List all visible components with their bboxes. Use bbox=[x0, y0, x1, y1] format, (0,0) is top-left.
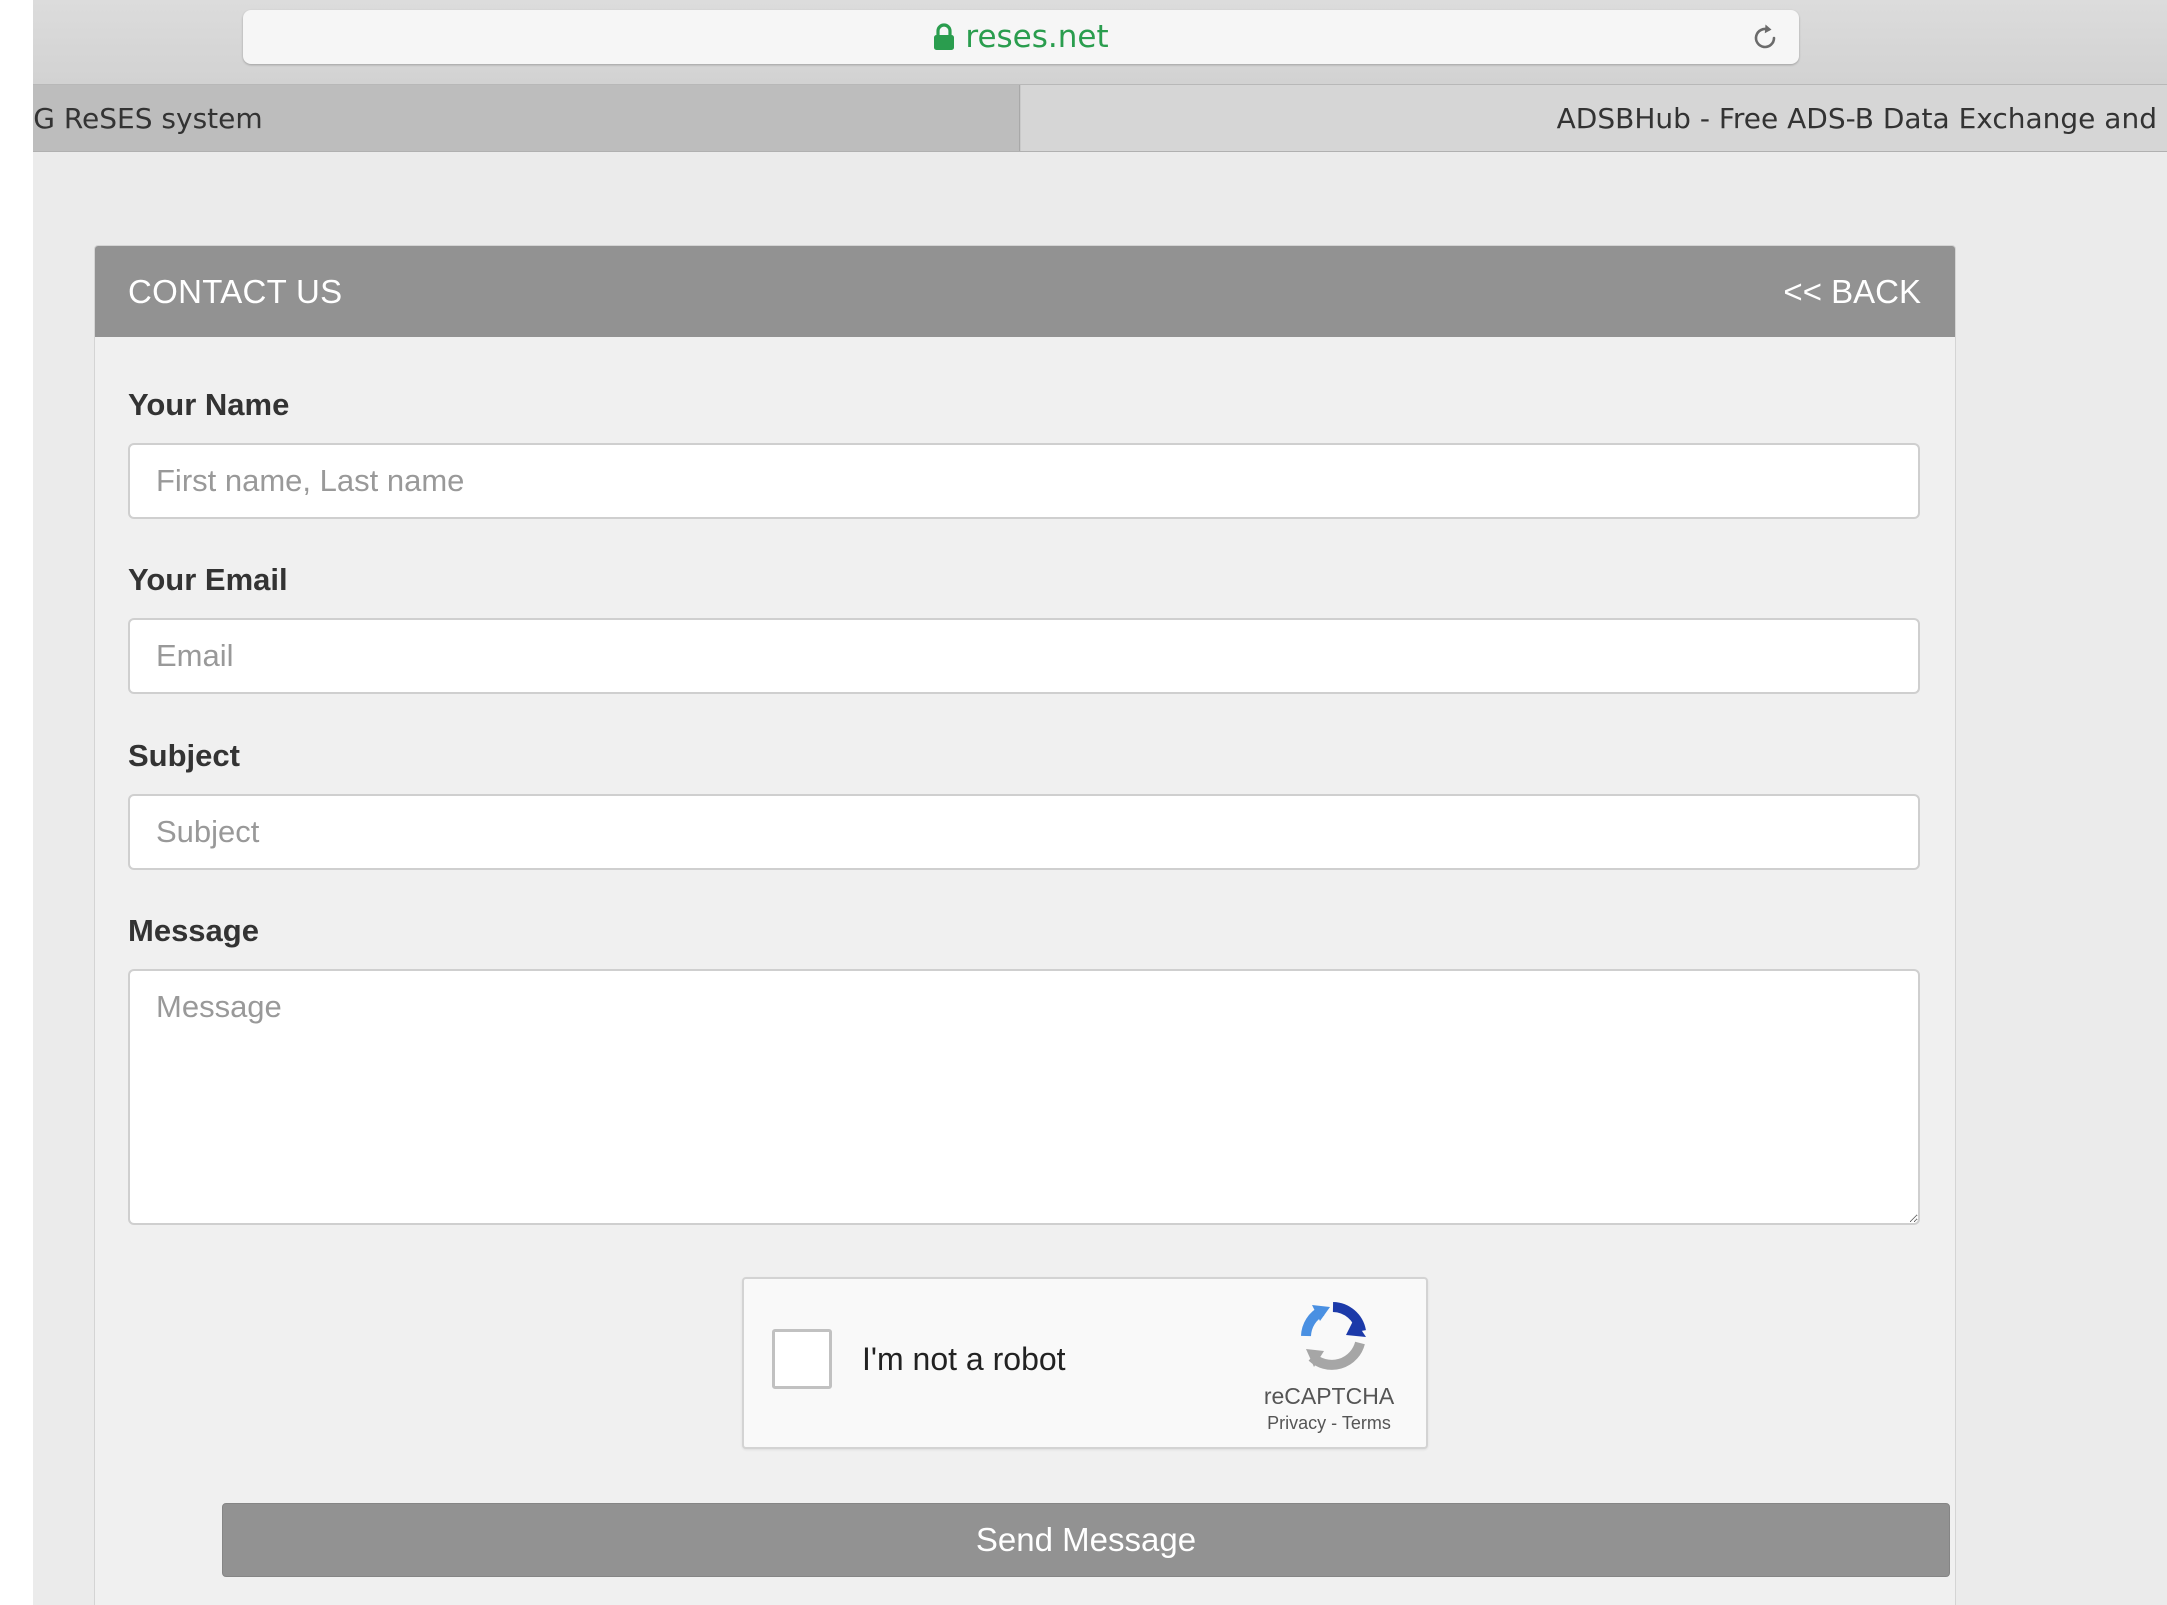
tab-reses[interactable]: IG ReSES system bbox=[33, 85, 1020, 151]
reload-icon[interactable] bbox=[1749, 22, 1781, 54]
privacy-link[interactable]: Privacy bbox=[1267, 1413, 1326, 1433]
email-label: Your Email bbox=[128, 562, 288, 597]
name-label: Your Name bbox=[128, 387, 290, 422]
recaptcha-brand: reCAPTCHA bbox=[1263, 1383, 1395, 1409]
recaptcha-widget: I'm not a robot reCAPTCHA Privacy - Term… bbox=[742, 1277, 1428, 1449]
browser-toolbar: reses.net bbox=[33, 0, 2167, 84]
subject-label: Subject bbox=[128, 738, 240, 773]
message-label: Message bbox=[128, 913, 259, 948]
address-text[interactable]: reses.net bbox=[243, 10, 1799, 64]
send-message-button[interactable]: Send Message bbox=[222, 1503, 1950, 1577]
email-input[interactable] bbox=[128, 618, 1920, 694]
message-textarea[interactable] bbox=[128, 969, 1920, 1225]
recaptcha-checkbox[interactable] bbox=[772, 1329, 832, 1389]
link-separator: - bbox=[1326, 1413, 1342, 1433]
tab-label: ADSBHub - Free ADS-B Data Exchange and bbox=[1556, 101, 2157, 135]
browser-viewport: reses.net IG ReSES system ADSBHub - Free… bbox=[33, 0, 2167, 1605]
tab-adsbhub[interactable]: ADSBHub - Free ADS-B Data Exchange and bbox=[1021, 85, 2167, 151]
url-text: reses.net bbox=[965, 19, 1109, 55]
address-bar[interactable]: reses.net bbox=[243, 10, 1799, 64]
page-title: CONTACT US bbox=[128, 272, 343, 310]
name-input[interactable] bbox=[128, 443, 1920, 519]
recaptcha-logo-icon bbox=[1301, 1302, 1366, 1370]
recaptcha-links: Privacy - Terms bbox=[1234, 1413, 1424, 1434]
terms-link[interactable]: Terms bbox=[1342, 1413, 1391, 1433]
back-link[interactable]: << BACK bbox=[1783, 273, 1921, 311]
tab-bar: IG ReSES system ADSBHub - Free ADS-B Dat… bbox=[33, 84, 2167, 152]
recaptcha-label: I'm not a robot bbox=[862, 1341, 1066, 1377]
subject-input[interactable] bbox=[128, 794, 1920, 870]
lock-icon bbox=[934, 23, 955, 50]
panel-header: CONTACT US << BACK bbox=[95, 246, 1955, 337]
contact-panel: CONTACT US << BACK Your Name Your Email … bbox=[94, 245, 1956, 1605]
tab-label: IG ReSES system bbox=[33, 101, 263, 135]
